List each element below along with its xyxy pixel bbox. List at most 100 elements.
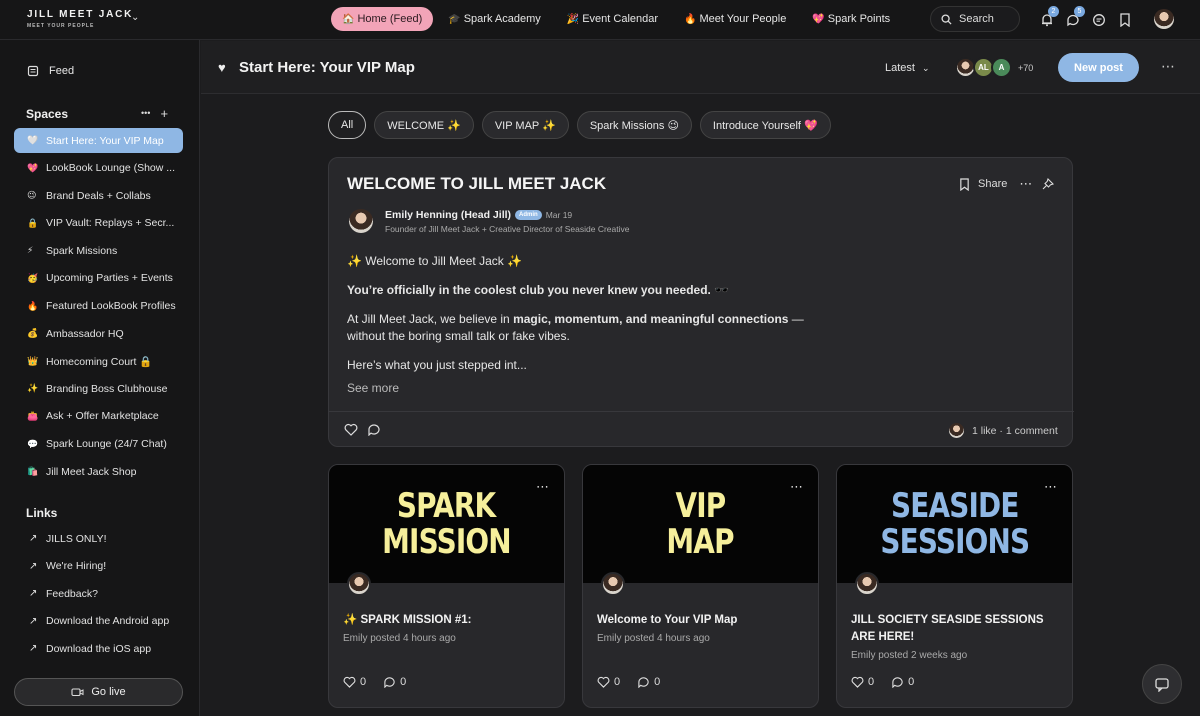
card-title[interactable]: Welcome to Your VIP Map <box>597 612 807 629</box>
post-date: Mar 19 <box>545 210 573 220</box>
admin-badge: Admin <box>515 210 542 220</box>
notifications-button[interactable]: 2 <box>1036 6 1059 31</box>
link-hiring[interactable]: ↗ We're Hiring! <box>14 554 183 579</box>
messages-button[interactable]: 5 <box>1062 6 1085 31</box>
more-options-icon[interactable]: ⋯ <box>1044 479 1058 495</box>
more-options-icon[interactable]: ⋯ <box>536 479 550 495</box>
link-jills-only[interactable]: ↗ JILLS ONLY! <box>14 526 183 551</box>
filter-welcome[interactable]: WELCOME ✨ <box>374 111 474 139</box>
link-label: We're Hiring! <box>46 560 107 573</box>
cover-text: SEASIDE <box>890 486 1019 526</box>
pin-icon[interactable] <box>1042 178 1055 190</box>
link-feedback[interactable]: ↗ Feedback? <box>14 581 183 606</box>
tab-event-calendar[interactable]: 🎉 Event Calendar <box>556 7 669 31</box>
external-link-icon: ↗ <box>29 615 38 627</box>
comment-icon[interactable] <box>383 676 396 688</box>
post-line: You’re officially in the coolest club yo… <box>347 283 730 297</box>
sidebar-item-vip-vault[interactable]: 🔒 VIP Vault: Replays + Secr... <box>14 211 183 236</box>
card-cover-image: SEASIDE SESSIONS <box>837 465 1072 583</box>
author-avatar[interactable] <box>347 572 371 596</box>
heart-icon[interactable] <box>344 423 358 436</box>
author-avatar[interactable] <box>349 209 373 233</box>
share-button[interactable]: Share <box>978 178 1007 190</box>
go-live-button[interactable]: Go live <box>14 678 183 706</box>
sidebar-item-spark-lounge[interactable]: 💬 Spark Lounge (24/7 Chat) <box>14 432 183 457</box>
tab-label: Event Calendar <box>582 13 659 25</box>
bookmarks-button[interactable] <box>1114 9 1136 31</box>
tab-home-feed[interactable]: 🏠 Home (Feed) <box>331 7 434 31</box>
user-avatar[interactable] <box>1154 9 1174 29</box>
sidebar-item-spark-missions[interactable]: ⚡ Spark Missions <box>14 238 183 263</box>
filter-all[interactable]: All <box>328 111 367 139</box>
spaces-more-button[interactable]: ••• <box>141 106 150 121</box>
sidebar-item-shop[interactable]: 🛍️ Jill Meet Jack Shop <box>14 459 183 484</box>
tab-spark-academy[interactable]: 🎓 Spark Academy <box>437 7 552 31</box>
sidebar-item-brand-deals[interactable]: 😉 Brand Deals + Collabs <box>14 183 183 208</box>
post-card[interactable]: VIP MAP ⋯ Welcome to Your VIP Map Emily p… <box>582 464 819 708</box>
post-card[interactable]: SPARK MISSION ⋯ ✨ SPARK MISSION #1: Emily… <box>328 464 565 708</box>
more-options-icon[interactable]: ⋯ <box>1161 58 1176 75</box>
likes-comments-count: 1 like · 1 comment <box>972 424 1058 437</box>
sidebar-item-label: Ask + Offer Marketplace <box>46 410 159 423</box>
post-title[interactable]: WELCOME TO JILL MEET JACK <box>347 174 606 194</box>
post-stats[interactable]: 1 like · 1 comment <box>949 423 1058 438</box>
sidebar-item-lookbook-lounge[interactable]: 💖 LookBook Lounge (Show ... <box>14 156 183 181</box>
comment-icon[interactable] <box>367 423 381 436</box>
comment-icon[interactable] <box>637 676 650 688</box>
member-count: +70 <box>1018 62 1034 73</box>
author-avatar[interactable] <box>855 572 879 596</box>
sort-dropdown[interactable]: Latest ⌄ <box>885 62 930 74</box>
add-space-button[interactable]: + <box>160 106 168 121</box>
sidebar-item-feed[interactable]: Feed <box>27 65 74 77</box>
sidebar-item-featured-lookbook[interactable]: 🔥 Featured LookBook Profiles <box>14 294 183 319</box>
tab-meet-your-people[interactable]: 🔥 Meet Your People <box>673 7 797 31</box>
cover-text: MISSION <box>382 522 512 562</box>
sidebar-item-homecoming-court[interactable]: 👑 Homecoming Court 🔒 <box>14 349 183 374</box>
sidebar-item-marketplace[interactable]: 👛 Ask + Offer Marketplace <box>14 404 183 429</box>
filter-introduce-yourself[interactable]: Introduce Yourself 💖 <box>699 111 831 139</box>
card-cover-image: VIP MAP <box>583 465 818 583</box>
heart-icon[interactable] <box>597 676 610 688</box>
post-card[interactable]: SEASIDE SESSIONS ⋯ JILL SOCIETY SEASIDE … <box>836 464 1073 708</box>
member-avatars[interactable]: AL A +70 <box>955 57 1033 78</box>
new-post-button[interactable]: New post <box>1058 53 1139 82</box>
support-chat-button[interactable] <box>1142 664 1182 704</box>
sidebar-item-start-here[interactable]: 🤍 Start Here: Your VIP Map <box>14 128 183 153</box>
external-link-icon: ↗ <box>29 533 38 544</box>
heart-icon[interactable] <box>851 676 864 688</box>
sidebar-item-label: VIP Vault: Replays + Secr... <box>46 217 175 230</box>
post-text: At Jill Meet Jack, we believe in <box>347 312 514 326</box>
liker-avatar <box>949 423 964 438</box>
sidebar-item-branding-boss[interactable]: ✨ Branding Boss Clubhouse <box>14 376 183 401</box>
author-avatar[interactable] <box>601 572 625 596</box>
page-header: ♥ Start Here: Your VIP Map Latest ⌄ AL A… <box>201 41 1200 94</box>
spaces-list: 🤍 Start Here: Your VIP Map 💖 LookBook Loun… <box>14 128 183 487</box>
links-list: ↗ JILLS ONLY! ↗ We're Hiring! ↗ Feedback? ↗… <box>14 526 183 664</box>
card-title[interactable]: ✨ SPARK MISSION #1: <box>343 612 553 629</box>
filter-vip-map[interactable]: VIP MAP ✨ <box>481 111 569 139</box>
author-name[interactable]: Emily Henning (Head Jill) <box>385 209 511 221</box>
cover-text: SPARK <box>397 486 496 526</box>
link-ios-app[interactable]: ↗ Download the iOS app <box>14 636 183 661</box>
bookmark-icon[interactable] <box>959 177 970 191</box>
sidebar-item-upcoming-parties[interactable]: 🥳 Upcoming Parties + Events <box>14 266 183 291</box>
filter-spark-missions[interactable]: Spark Missions 😉 <box>576 111 692 139</box>
chat-bubble-icon <box>1155 677 1169 692</box>
more-options-icon[interactable]: ⋯ <box>790 479 804 495</box>
post-footer: 1 like · 1 comment <box>329 411 1074 447</box>
more-options-icon[interactable]: ⋯ <box>1019 176 1032 192</box>
comment-icon[interactable] <box>891 676 904 688</box>
chevron-down-icon[interactable]: ⌄ <box>131 12 139 23</box>
card-title[interactable]: JILL SOCIETY SEASIDE SESSIONS ARE HERE! <box>851 612 1061 646</box>
sidebar-item-label: Brand Deals + Collabs <box>46 189 151 202</box>
see-more-link[interactable]: See more <box>347 380 817 397</box>
sidebar-item-ambassador-hq[interactable]: 💰 Ambassador HQ <box>14 321 183 346</box>
chat-threads-button[interactable] <box>1088 9 1110 31</box>
search-button[interactable]: Search <box>930 6 1020 32</box>
brand-logo[interactable]: JILL MEET JACK MEET YOUR PEOPLE <box>27 9 147 29</box>
tab-spark-points[interactable]: 💖 Spark Points <box>801 7 901 31</box>
post-text-bold: magic, momentum, and meaningful connecti… <box>513 312 789 326</box>
link-android-app[interactable]: ↗ Download the Android app <box>14 609 183 634</box>
heart-icon[interactable] <box>343 676 356 688</box>
sidebar-item-label: Homecoming Court 🔒 <box>46 355 153 368</box>
